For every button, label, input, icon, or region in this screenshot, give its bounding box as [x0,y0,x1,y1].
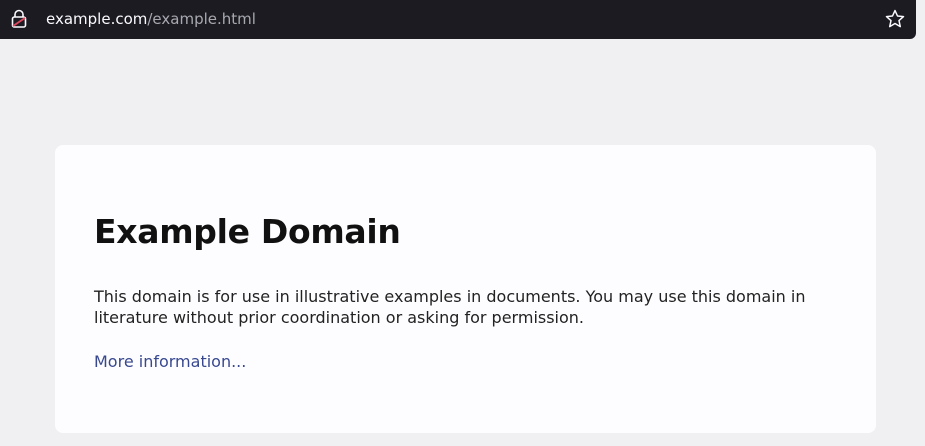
url-text[interactable]: example.com/example.html [46,9,256,29]
bookmark-star-icon[interactable] [884,8,906,30]
more-information-link[interactable]: More information... [94,351,246,373]
site-info-icon[interactable] [9,9,29,29]
content-card: Example Domain This domain is for use in… [55,145,876,433]
page-heading: Example Domain [94,212,401,251]
page-description: This domain is for use in illustrative e… [94,287,806,327]
browser-toolbar: example.com/example.html [0,0,925,45]
url-path: /example.html [147,10,256,28]
url-domain: example.com [46,10,148,28]
address-bar[interactable]: example.com/example.html [0,0,916,39]
